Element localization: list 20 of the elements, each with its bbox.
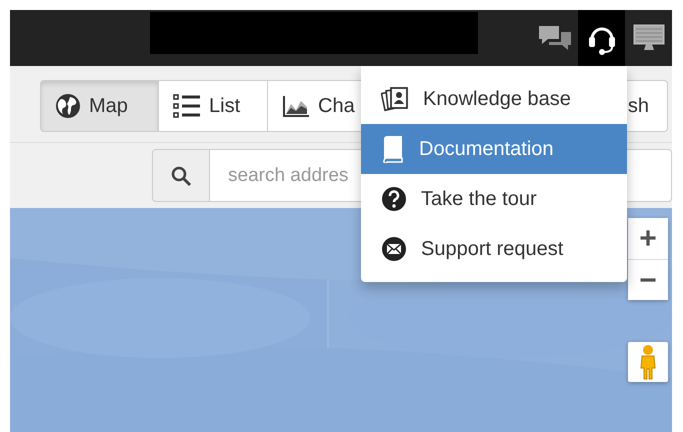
street-view-button[interactable] (628, 342, 668, 382)
menu-item[interactable]: Take the tour (361, 174, 627, 224)
list-icon (173, 94, 201, 118)
view-tab[interactable]: List (159, 80, 268, 132)
envelope-icon (381, 236, 407, 262)
book-icon (381, 135, 405, 163)
globe-icon (55, 93, 81, 119)
chat-icon (536, 23, 572, 53)
pegman-icon (638, 344, 658, 380)
zoom-in-button[interactable]: + (628, 218, 668, 259)
monitor-icon (632, 23, 666, 53)
zoom-out-button[interactable]: − (628, 259, 668, 300)
photo-cards-icon (381, 86, 409, 112)
question-icon (381, 186, 407, 212)
area-chart-icon (282, 94, 310, 118)
search-icon (170, 164, 192, 186)
menu-item[interactable]: Documentation (361, 124, 627, 174)
view-tab[interactable]: Map (40, 80, 159, 132)
menu-item[interactable]: Support request (361, 224, 627, 274)
headset-button[interactable] (578, 10, 625, 66)
